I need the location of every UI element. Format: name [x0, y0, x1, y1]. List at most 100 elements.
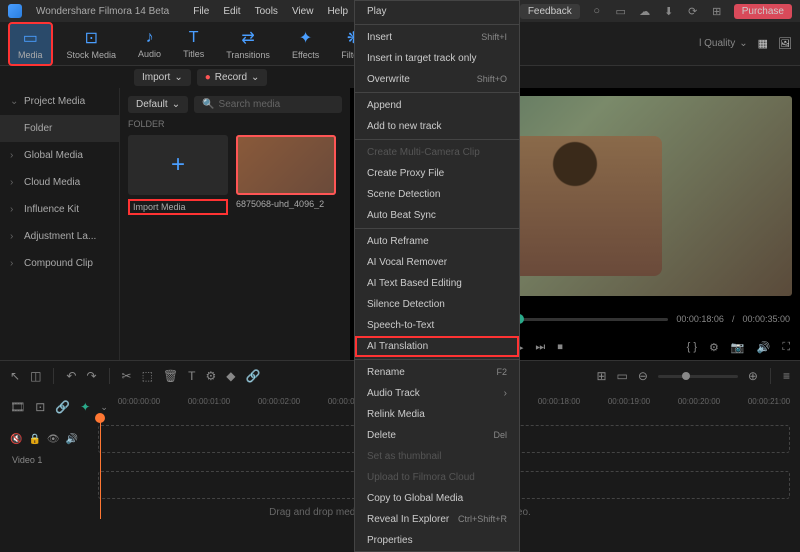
- chevron-right-icon: ›: [10, 231, 18, 242]
- ctx-multicam: Create Multi-Camera Clip: [355, 142, 519, 163]
- link-icon[interactable]: 🔗: [246, 369, 261, 383]
- lock-icon[interactable]: 🔒: [28, 434, 40, 445]
- fullscreen-icon[interactable]: ⛶: [782, 341, 790, 354]
- render-icon[interactable]: ▭: [617, 369, 628, 383]
- media-clip[interactable]: 6875068-uhd_4096_2: [236, 135, 336, 215]
- app-title: Wondershare Filmora 14 Beta: [36, 6, 169, 17]
- tab-titles[interactable]: TTitles: [175, 25, 212, 63]
- ctx-vocal[interactable]: AI Vocal Remover: [355, 252, 519, 273]
- menu-bar: File Edit Tools View Help: [193, 6, 348, 17]
- zoom-out-icon[interactable]: ⊖: [638, 369, 648, 383]
- zoom-in-icon[interactable]: ⊕: [748, 369, 758, 383]
- ctx-text-edit[interactable]: AI Text Based Editing: [355, 273, 519, 294]
- snapshot-icon[interactable]: 📷: [731, 341, 745, 354]
- undo-icon[interactable]: ↶: [66, 369, 76, 383]
- search-icon: 🔍: [202, 99, 214, 110]
- image-icon[interactable]: 🖼: [778, 37, 792, 50]
- purchase-button[interactable]: Purchase: [734, 4, 792, 19]
- ctx-overwrite[interactable]: OverwriteShift+O: [355, 69, 519, 90]
- tab-audio[interactable]: ♪Audio: [130, 25, 169, 63]
- ctx-stt[interactable]: Speech-to-Text: [355, 315, 519, 336]
- ctx-add-track[interactable]: Add to new track: [355, 116, 519, 137]
- sidebar-item-compound-clip[interactable]: ›Compound Clip: [0, 250, 119, 277]
- next-frame-icon[interactable]: ⏭: [535, 341, 545, 354]
- playhead[interactable]: [100, 419, 101, 519]
- layout-icon[interactable]: ▦: [758, 37, 768, 50]
- menu-edit[interactable]: Edit: [223, 6, 240, 17]
- list-icon[interactable]: ≡: [783, 369, 790, 383]
- sidebar-item-global-media[interactable]: ›Global Media: [0, 142, 119, 169]
- tab-effects[interactable]: ✦Effects: [284, 24, 327, 64]
- menu-help[interactable]: Help: [327, 6, 348, 17]
- cloud-icon[interactable]: ☁: [638, 4, 652, 18]
- feedback-button[interactable]: Feedback: [520, 4, 580, 19]
- link2-icon[interactable]: 🔗: [55, 400, 70, 414]
- cut-icon[interactable]: ✂: [122, 369, 132, 383]
- snap-icon[interactable]: ✦: [80, 400, 90, 414]
- record-dropdown[interactable]: ●Record⌄: [197, 69, 268, 86]
- ctx-copy-global[interactable]: Copy to Global Media: [355, 488, 519, 509]
- volume-icon[interactable]: 🔊: [757, 341, 771, 354]
- ctx-properties[interactable]: Properties: [355, 530, 519, 551]
- quality-dropdown[interactable]: l Quality⌄: [699, 38, 748, 49]
- ctx-play[interactable]: Play: [355, 1, 519, 22]
- import-dropdown[interactable]: Import⌄: [134, 69, 191, 86]
- pointer-icon[interactable]: ↖: [10, 369, 20, 383]
- stop-icon[interactable]: ⏹: [557, 341, 563, 354]
- save-icon[interactable]: ▭: [614, 4, 628, 18]
- ctx-rename[interactable]: RenameF2: [355, 362, 519, 383]
- ctx-reveal[interactable]: Reveal In ExplorerCtrl+Shift+R: [355, 509, 519, 530]
- chevron-down-icon: ⌄: [739, 38, 747, 49]
- settings-icon[interactable]: ⚙: [709, 341, 719, 354]
- volume2-icon[interactable]: 🔊: [66, 434, 78, 445]
- menu-view[interactable]: View: [292, 6, 314, 17]
- sliders-icon[interactable]: ⚙: [206, 369, 217, 383]
- ctx-append[interactable]: Append: [355, 95, 519, 116]
- tab-transitions[interactable]: ⇄Transitions: [218, 24, 278, 64]
- ctx-relink[interactable]: Relink Media: [355, 404, 519, 425]
- sidebar-item-cloud-media[interactable]: ›Cloud Media: [0, 169, 119, 196]
- menu-tools[interactable]: Tools: [255, 6, 278, 17]
- media-browser: Default⌄ 🔍Search media FOLDER + Import M…: [120, 88, 350, 360]
- ctx-ai-translation[interactable]: AI Translation: [355, 336, 519, 357]
- chevron-right-icon: ›: [10, 150, 18, 161]
- text-icon[interactable]: T: [188, 369, 195, 383]
- crop-icon[interactable]: ⬚: [142, 369, 153, 383]
- titles-icon: T: [189, 29, 199, 47]
- ctx-silence[interactable]: Silence Detection: [355, 294, 519, 315]
- mute-icon[interactable]: 🔇: [10, 434, 22, 445]
- zoom-slider[interactable]: [658, 375, 738, 378]
- search-input[interactable]: 🔍Search media: [194, 96, 342, 113]
- eye-icon[interactable]: 👁: [47, 434, 60, 445]
- mixer-icon[interactable]: ⊞: [596, 369, 606, 383]
- sidebar-item-project-media[interactable]: ⌄Project Media: [0, 88, 119, 115]
- grid-icon[interactable]: ⊞: [710, 4, 724, 18]
- circle-icon[interactable]: ○: [590, 4, 604, 18]
- ctx-scene[interactable]: Scene Detection: [355, 184, 519, 205]
- trash-icon[interactable]: 🗑: [163, 369, 178, 383]
- sort-dropdown[interactable]: Default⌄: [128, 96, 188, 113]
- sidebar-item-folder[interactable]: Folder: [0, 115, 119, 142]
- bracket-icon[interactable]: { }: [687, 341, 697, 353]
- redo-icon[interactable]: ↷: [86, 369, 96, 383]
- ctx-proxy[interactable]: Create Proxy File: [355, 163, 519, 184]
- ctx-delete[interactable]: DeleteDel: [355, 425, 519, 446]
- import-media-button[interactable]: + Import Media: [128, 135, 228, 215]
- marker-icon[interactable]: ◆: [226, 369, 235, 383]
- ctx-reframe[interactable]: Auto Reframe: [355, 231, 519, 252]
- lasso-icon[interactable]: ◫: [30, 369, 41, 383]
- film-icon[interactable]: 🎞: [10, 400, 25, 414]
- ctx-audio-track[interactable]: Audio Track›: [355, 383, 519, 404]
- ctx-insert[interactable]: InsertShift+I: [355, 27, 519, 48]
- sync-icon[interactable]: ⟳: [686, 4, 700, 18]
- ctx-beat[interactable]: Auto Beat Sync: [355, 205, 519, 226]
- tab-media[interactable]: ▭ Media: [8, 22, 53, 66]
- tab-stock-media[interactable]: ⊡Stock Media: [59, 24, 125, 64]
- magnet-icon[interactable]: ⊡: [35, 400, 45, 414]
- sidebar-item-influence-kit[interactable]: ›Influence Kit: [0, 196, 119, 223]
- download-icon[interactable]: ⬇: [662, 4, 676, 18]
- context-menu: Play InsertShift+I Insert in target trac…: [354, 0, 520, 552]
- ctx-insert-target[interactable]: Insert in target track only: [355, 48, 519, 69]
- menu-file[interactable]: File: [193, 6, 209, 17]
- sidebar-item-adjustment-layer[interactable]: ›Adjustment La...: [0, 223, 119, 250]
